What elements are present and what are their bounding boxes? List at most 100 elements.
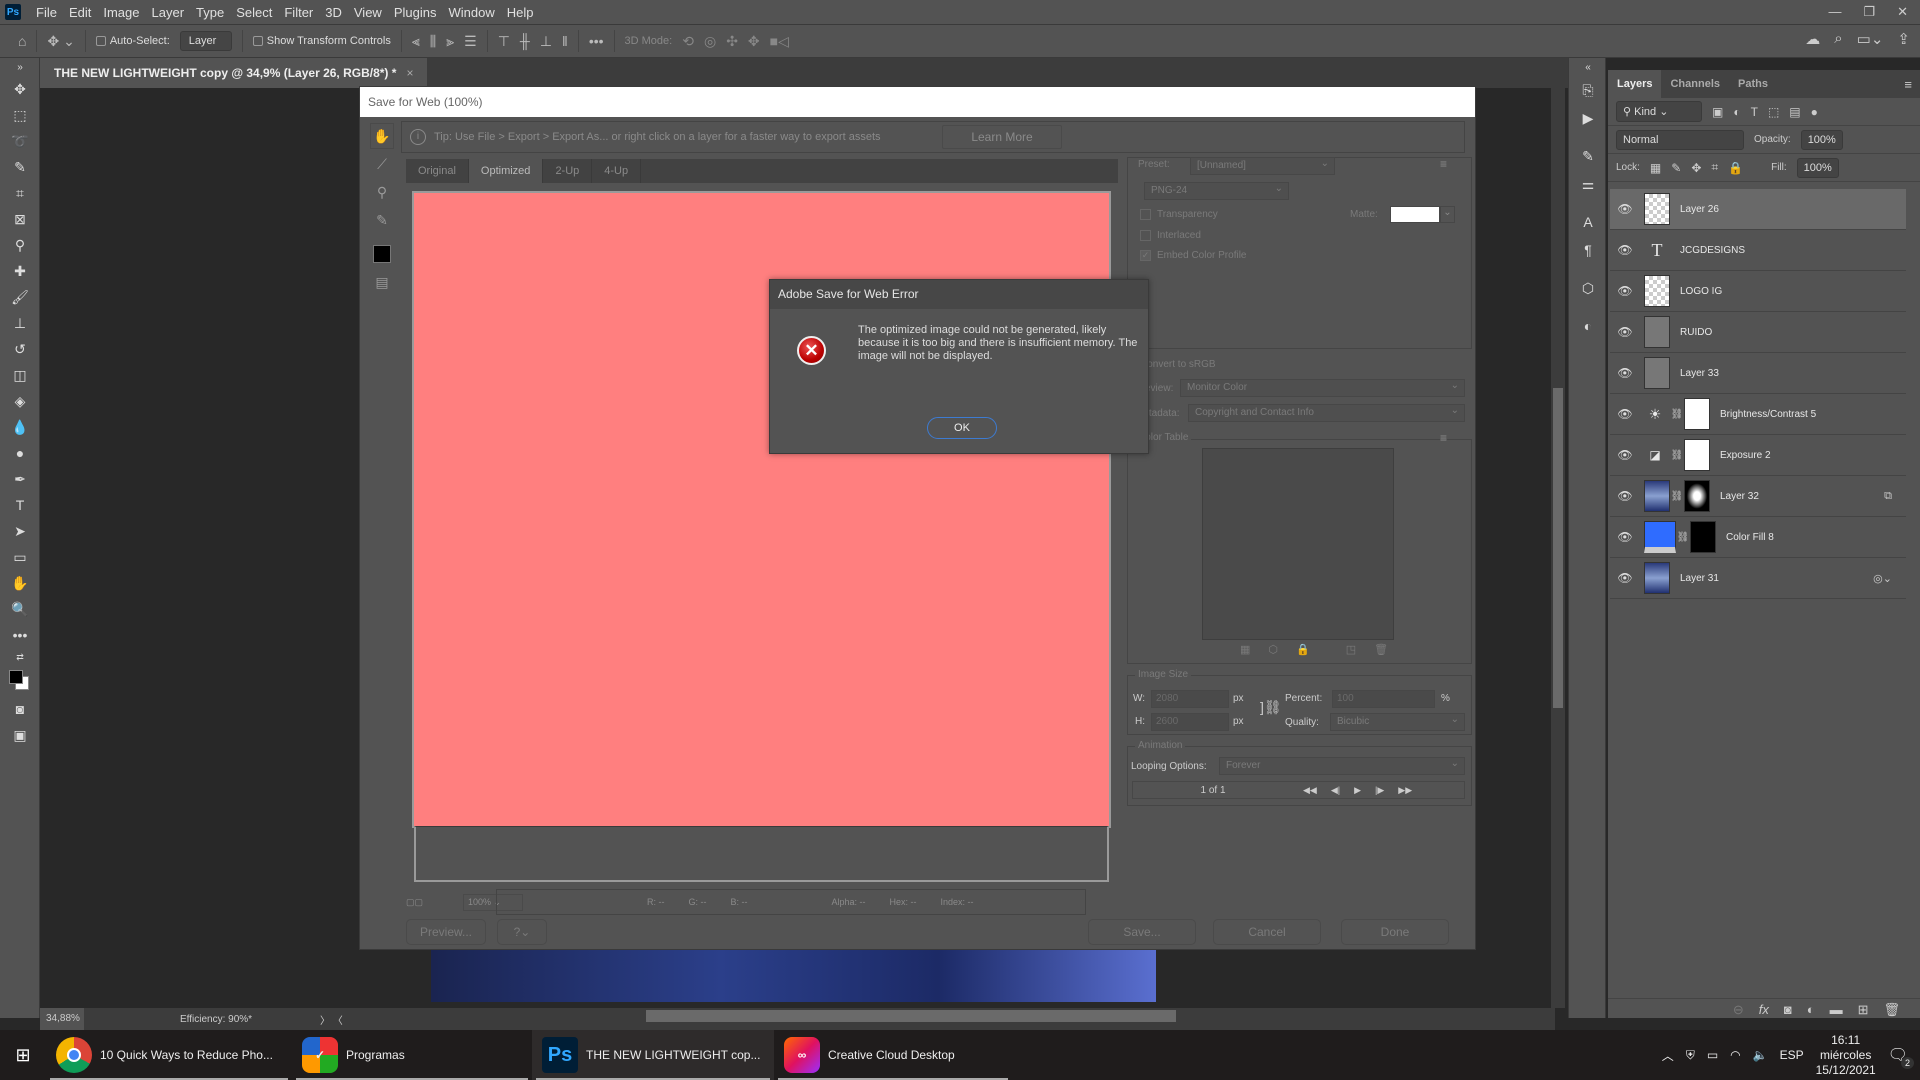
layer-row[interactable]: 👁 RUIDO [1610,312,1906,353]
quick-mask-icon[interactable]: ◙ [0,696,40,722]
healing-brush-tool-icon[interactable]: ✚ [0,258,40,284]
status-expand-icon[interactable]: 〉 〈 [310,1012,353,1027]
paragraph-panel-icon[interactable]: ¶ [1569,236,1607,264]
share-icon[interactable]: ⇪ [1897,30,1910,48]
preset-menu-icon[interactable]: ≡ [1440,157,1447,171]
taskbar-item-programas[interactable]: ✓ Programas [292,1030,532,1080]
horizontal-scrollbar[interactable] [646,1010,1176,1022]
layer-mask-thumbnail[interactable] [1684,439,1710,471]
transparency-map-icon[interactable]: ▦ [1240,643,1250,656]
new-color-icon[interactable]: ◳ [1346,643,1356,656]
vertical-scrollbar[interactable] [1551,88,1565,1008]
color-swatches[interactable] [0,666,40,696]
screen-mode-icon[interactable]: ▣ [0,722,40,748]
visibility-eye-icon[interactable]: 👁 [1610,489,1640,503]
matte-swatch[interactable] [1390,206,1440,223]
expand-panel-icon[interactable]: » [0,58,40,76]
layer-name[interactable]: LOGO IG [1680,286,1722,297]
zoom-level[interactable]: 34,88% [40,1008,84,1030]
layer-mask-thumbnail[interactable] [1690,521,1716,553]
swap-colors-icon[interactable]: ⇄ [0,648,40,666]
volume-icon[interactable]: 🔈 [1753,1048,1768,1062]
zoom-tool-icon[interactable]: ⚲ [370,179,394,205]
home-icon[interactable]: ⌂ [18,33,26,49]
frame-tool-icon[interactable]: ⊠ [0,206,40,232]
tab-original[interactable]: Original [406,159,469,183]
layer-name[interactable]: JCGDESIGNS [1680,245,1745,256]
filter-type-icon[interactable]: T [1751,105,1758,119]
3d-panel-icon[interactable]: ⬡ [1569,274,1607,302]
language-indicator[interactable]: ESP [1780,1048,1804,1062]
dodge-tool-icon[interactable]: ● [0,440,40,466]
delete-color-icon[interactable]: 🗑 [1374,643,1388,656]
transparency-checkbox[interactable]: Transparency [1140,209,1218,220]
auto-select-checkbox[interactable]: Auto-Select: [95,35,170,47]
layer-name[interactable]: Layer 31 [1680,573,1719,584]
marquee-tool-icon[interactable]: ⬚ [0,102,40,128]
layer-name[interactable]: Brightness/Contrast 5 [1720,409,1816,420]
first-frame-icon[interactable]: ◀◀ [1303,785,1317,796]
new-adjustment-icon[interactable]: ◐ [1807,1002,1815,1017]
lock-artboard-icon[interactable]: ⌗ [1711,160,1718,175]
layer-row[interactable]: 👁 LOGO IG [1610,271,1906,312]
3d-slide-icon[interactable]: ✥ [748,33,760,50]
menu-file[interactable]: File [30,5,63,20]
visibility-eye-icon[interactable]: 👁 [1610,366,1640,380]
constrain-proportions-icon[interactable]: ]⛓ [1260,699,1282,716]
looping-dropdown[interactable]: Forever [1219,756,1465,775]
menu-select[interactable]: Select [230,5,278,20]
rectangle-tool-icon[interactable]: ▭ [0,544,40,570]
format-dropdown[interactable]: PNG-24 [1144,181,1289,200]
show-hidden-icons[interactable]: ︿ [1662,1047,1674,1064]
minimize-button[interactable]: — [1828,4,1841,20]
workspace-icon[interactable]: ▭⌄ [1857,30,1884,48]
notifications-icon[interactable]: 🗨 2 [1888,1045,1914,1069]
move-tool-icon[interactable]: ✥ [0,76,40,102]
link-icon[interactable]: ⛓ [1676,532,1690,543]
distribute-vertical-icon[interactable]: ☰ [464,33,477,50]
taskbar-item-chrome[interactable]: 10 Quick Ways to Reduce Pho... [46,1030,292,1080]
last-frame-icon[interactable]: ▶▶ [1398,785,1412,796]
actions-panel-icon[interactable]: ▶ [1569,104,1607,132]
link-icon[interactable]: ⛓ [1670,409,1684,420]
layer-name[interactable]: Color Fill 8 [1726,532,1774,543]
opacity-input[interactable]: 100% [1800,129,1843,150]
link-layers-icon[interactable]: ⊖ [1733,1002,1744,1018]
lock-color-icon[interactable]: 🔒 [1296,643,1310,656]
taskbar-item-creative-cloud[interactable]: ∞ Creative Cloud Desktop [774,1030,1012,1080]
search-icon[interactable]: ⌕ [1834,30,1842,48]
menu-window[interactable]: Window [442,5,500,20]
color-table[interactable] [1202,448,1394,640]
edit-toolbar-icon[interactable]: ••• [0,622,40,648]
brush-tool-icon[interactable]: 🖌 [0,284,40,310]
layer-mask-thumbnail[interactable] [1684,398,1710,430]
clone-stamp-tool-icon[interactable]: ⊥ [0,310,40,336]
scrollbar-thumb[interactable] [1553,388,1563,708]
next-frame-icon[interactable]: |▶ [1375,785,1384,796]
path-selection-tool-icon[interactable]: ➤ [0,518,40,544]
preset-dropdown[interactable]: [Unnamed] [1190,156,1335,175]
metadata-dropdown[interactable]: Copyright and Contact Info [1188,403,1465,422]
new-layer-icon[interactable]: ⊞ [1858,1002,1869,1018]
tab-4-up[interactable]: 4-Up [592,159,642,183]
web-snap-icon[interactable]: ⬡ [1268,643,1278,656]
type-tool-icon[interactable]: T [0,492,40,518]
history-panel-icon[interactable]: ⎘ [1569,76,1607,104]
character-panel-icon[interactable]: A [1569,208,1607,236]
visibility-eye-icon[interactable]: 👁 [1610,448,1640,462]
menu-image[interactable]: Image [97,5,145,20]
blur-tool-icon[interactable]: 💧 [0,414,40,440]
done-button[interactable]: Done [1341,919,1449,945]
tab-optimized[interactable]: Optimized [468,159,544,183]
eraser-tool-icon[interactable]: ◫ [0,362,40,388]
toggle-slices-icon[interactable]: ▤ [370,269,394,295]
matte-dropdown-icon[interactable]: ⌄ [1440,206,1455,223]
blend-mode-dropdown[interactable]: Normal [1616,129,1744,150]
tab-layers[interactable]: Layers [1608,70,1662,98]
layer-row[interactable]: 👁 T JCGDESIGNS [1610,230,1906,271]
layer-row[interactable]: 👁 ⛓ Layer 32 ⧉ [1610,476,1906,517]
3d-orbit-icon[interactable]: ⟲ [682,33,694,50]
adjustments-panel-icon[interactable]: ⚌ [1569,170,1607,198]
menu-filter[interactable]: Filter [278,5,319,20]
more-options-icon[interactable]: ••• [589,33,604,49]
